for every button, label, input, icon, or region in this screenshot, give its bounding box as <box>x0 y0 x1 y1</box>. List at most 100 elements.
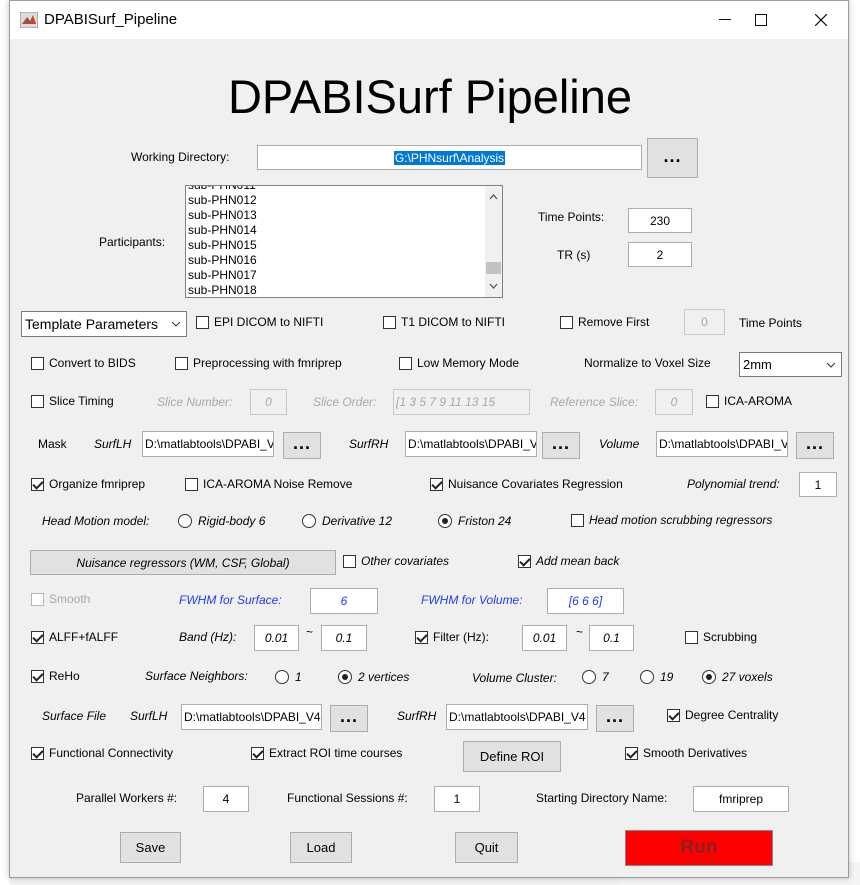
vc7-label: 7 <box>602 670 609 684</box>
run-button[interactable]: Run <box>625 830 773 866</box>
filter-high-input[interactable]: 0.1 <box>589 625 634 651</box>
nuisance-regression-checkbox[interactable]: Nuisance Covariates Regression <box>430 477 623 491</box>
derivative-radio[interactable]: Derivative 12 <box>302 514 392 528</box>
slice-timing-checkbox[interactable]: Slice Timing <box>31 394 114 408</box>
load-button[interactable]: Load <box>290 832 352 863</box>
mask-label: Mask <box>38 437 67 451</box>
reho-checkbox[interactable]: ReHo <box>31 669 80 683</box>
alff-checkbox[interactable]: ALFF+fALFF <box>31 630 118 644</box>
list-item[interactable]: sub-PHN016 <box>186 253 486 268</box>
band-high-input[interactable]: 0.1 <box>321 625 367 651</box>
mask-volume-input[interactable]: D:\matlabtools\DPABI_V <box>656 431 788 457</box>
volume-cluster-27-radio[interactable]: 27 voxels <box>702 670 773 684</box>
volume-cluster-label: Volume Cluster: <box>472 671 557 685</box>
low-memory-label: Low Memory Mode <box>417 356 520 370</box>
scrubbing-regressors-label: Head motion scrubbing regressors <box>589 513 773 527</box>
other-covariates-label: Other covariates <box>361 554 450 568</box>
list-item[interactable]: sub-PHN017 <box>186 268 486 283</box>
mask-surflh-label: SurfLH <box>94 437 132 451</box>
add-mean-back-checkbox[interactable]: Add mean back <box>518 554 619 568</box>
mask-surfrh-input[interactable]: D:\matlabtools\DPABI_V <box>405 431 537 457</box>
friston-radio[interactable]: Friston 24 <box>438 514 511 528</box>
surface-neighbors-label: Surface Neighbors: <box>145 669 248 683</box>
surface-file-surflh-input[interactable]: D:\matlabtools\DPABI_V4 <box>181 704 322 730</box>
friston-label: Friston 24 <box>458 514 512 528</box>
polynomial-input[interactable]: 1 <box>799 472 837 497</box>
volume-cluster-7-radio[interactable]: 7 <box>582 670 609 684</box>
rigid-body-radio[interactable]: Rigid-body 6 <box>178 514 265 528</box>
quit-button[interactable]: Quit <box>455 832 518 863</box>
scrubbing-regressors-checkbox[interactable]: Head motion scrubbing regressors <box>571 513 772 527</box>
nuisance-regressors-button[interactable]: Nuisance regressors (WM, CSF, Global) <box>30 550 336 575</box>
reference-slice-input[interactable]: 0 <box>655 389 693 415</box>
list-item[interactable]: sub-PHN018 <box>186 283 486 297</box>
surface-neighbors-2-radio[interactable]: 2 vertices <box>338 670 409 684</box>
participants-scrollbar[interactable] <box>485 186 502 297</box>
matlab-icon <box>20 12 38 28</box>
list-item[interactable]: sub-PHN015 <box>186 238 486 253</box>
other-covariates-checkbox[interactable]: Other covariates <box>343 554 449 568</box>
fwhm-volume-input[interactable]: [6 6 6] <box>547 588 624 614</box>
smooth-checkbox[interactable]: Smooth <box>31 592 90 606</box>
remove-first-checkbox[interactable]: Remove First <box>560 315 649 329</box>
band-low-input[interactable]: 0.01 <box>254 625 299 651</box>
ica-aroma-checkbox[interactable]: ICA-AROMA <box>706 394 792 408</box>
volume-cluster-19-radio[interactable]: 19 <box>640 670 673 684</box>
define-roi-button[interactable]: Define ROI <box>463 741 561 772</box>
parallel-workers-input[interactable]: 4 <box>203 786 249 812</box>
page-title: DPABISurf Pipeline <box>227 70 633 123</box>
reference-slice-label: Reference Slice: <box>550 395 639 409</box>
fwhm-surface-input[interactable]: 6 <box>310 588 378 614</box>
mask-volume-browse-button[interactable]: ... <box>796 432 834 459</box>
smooth-derivatives-label: Smooth Derivatives <box>643 746 748 760</box>
list-item[interactable]: sub-PHN013 <box>186 208 486 223</box>
head-motion-label: Head Motion model: <box>42 514 150 528</box>
filter-checkbox[interactable]: Filter (Hz): <box>415 630 489 644</box>
surface-file-surflh-label: SurfLH <box>130 709 168 723</box>
preprocessing-fmriprep-checkbox[interactable]: Preprocessing with fmriprep <box>175 356 342 370</box>
maximize-button[interactable] <box>738 5 784 35</box>
epi-dicom-checkbox[interactable]: EPI DICOM to NIFTI <box>196 315 323 329</box>
functional-connectivity-checkbox[interactable]: Functional Connectivity <box>31 746 173 760</box>
degree-centrality-label: Degree Centrality <box>685 708 779 722</box>
scrubbing-label: Scrubbing <box>703 630 758 644</box>
t1-dicom-checkbox[interactable]: T1 DICOM to NIFTI <box>383 315 505 329</box>
starting-directory-input[interactable]: fmriprep <box>693 786 789 812</box>
surface-file-surfrh-input[interactable]: D:\matlabtools\DPABI_V4 <box>446 704 588 730</box>
time-points-input[interactable]: 230 <box>628 208 692 233</box>
convert-bids-checkbox[interactable]: Convert to BIDS <box>31 356 136 370</box>
low-memory-checkbox[interactable]: Low Memory Mode <box>399 356 519 370</box>
organize-fmriprep-checkbox[interactable]: Organize fmriprep <box>31 477 145 491</box>
save-button[interactable]: Save <box>120 832 181 863</box>
tr-label: TR (s) <box>557 248 591 262</box>
degree-centrality-checkbox[interactable]: Degree Centrality <box>667 708 778 722</box>
mask-volume-label: Volume <box>599 437 640 451</box>
mask-surflh-browse-button[interactable]: ... <box>283 432 321 459</box>
list-item[interactable]: sub-PHN011 <box>186 186 486 193</box>
slice-order-input[interactable]: [1 3 5 7 9 11 13 15 <box>393 389 530 415</box>
smooth-derivatives-checkbox[interactable]: Smooth Derivatives <box>625 746 747 760</box>
surface-file-surflh-browse-button[interactable]: ... <box>330 705 368 732</box>
participants-list[interactable]: sub-PHN011 sub-PHN012 sub-PHN013 sub-PHN… <box>185 185 503 298</box>
ica-noise-remove-checkbox[interactable]: ICA-AROMA Noise Remove <box>185 477 352 491</box>
remove-first-input[interactable]: 0 <box>684 309 725 335</box>
working-directory-label: Working Directory: <box>131 150 230 164</box>
template-selected: Template Parameters <box>25 316 159 332</box>
functional-sessions-input[interactable]: 1 <box>434 786 480 812</box>
mask-surflh-input[interactable]: D:\matlabtools\DPABI_V <box>142 431 274 457</box>
surface-neighbors-1-radio[interactable]: 1 <box>275 670 302 684</box>
extract-roi-checkbox[interactable]: Extract ROI time courses <box>251 746 402 760</box>
working-directory-input[interactable]: G:\PHNsurf\Analysis <box>257 145 642 170</box>
close-button[interactable] <box>798 5 844 35</box>
working-directory-browse-button[interactable]: ... <box>647 138 698 178</box>
voxel-size-select[interactable]: 2mm <box>739 352 842 377</box>
scrubbing-checkbox[interactable]: Scrubbing <box>685 630 757 644</box>
list-item[interactable]: sub-PHN014 <box>186 223 486 238</box>
template-parameters-select[interactable]: Template Parameters <box>21 311 187 337</box>
mask-surfrh-browse-button[interactable]: ... <box>542 432 580 459</box>
surface-file-surfrh-browse-button[interactable]: ... <box>596 705 634 732</box>
slice-number-input[interactable]: 0 <box>250 389 287 415</box>
tr-input[interactable]: 2 <box>628 242 692 267</box>
filter-low-input[interactable]: 0.01 <box>522 625 567 651</box>
list-item[interactable]: sub-PHN012 <box>186 193 486 208</box>
